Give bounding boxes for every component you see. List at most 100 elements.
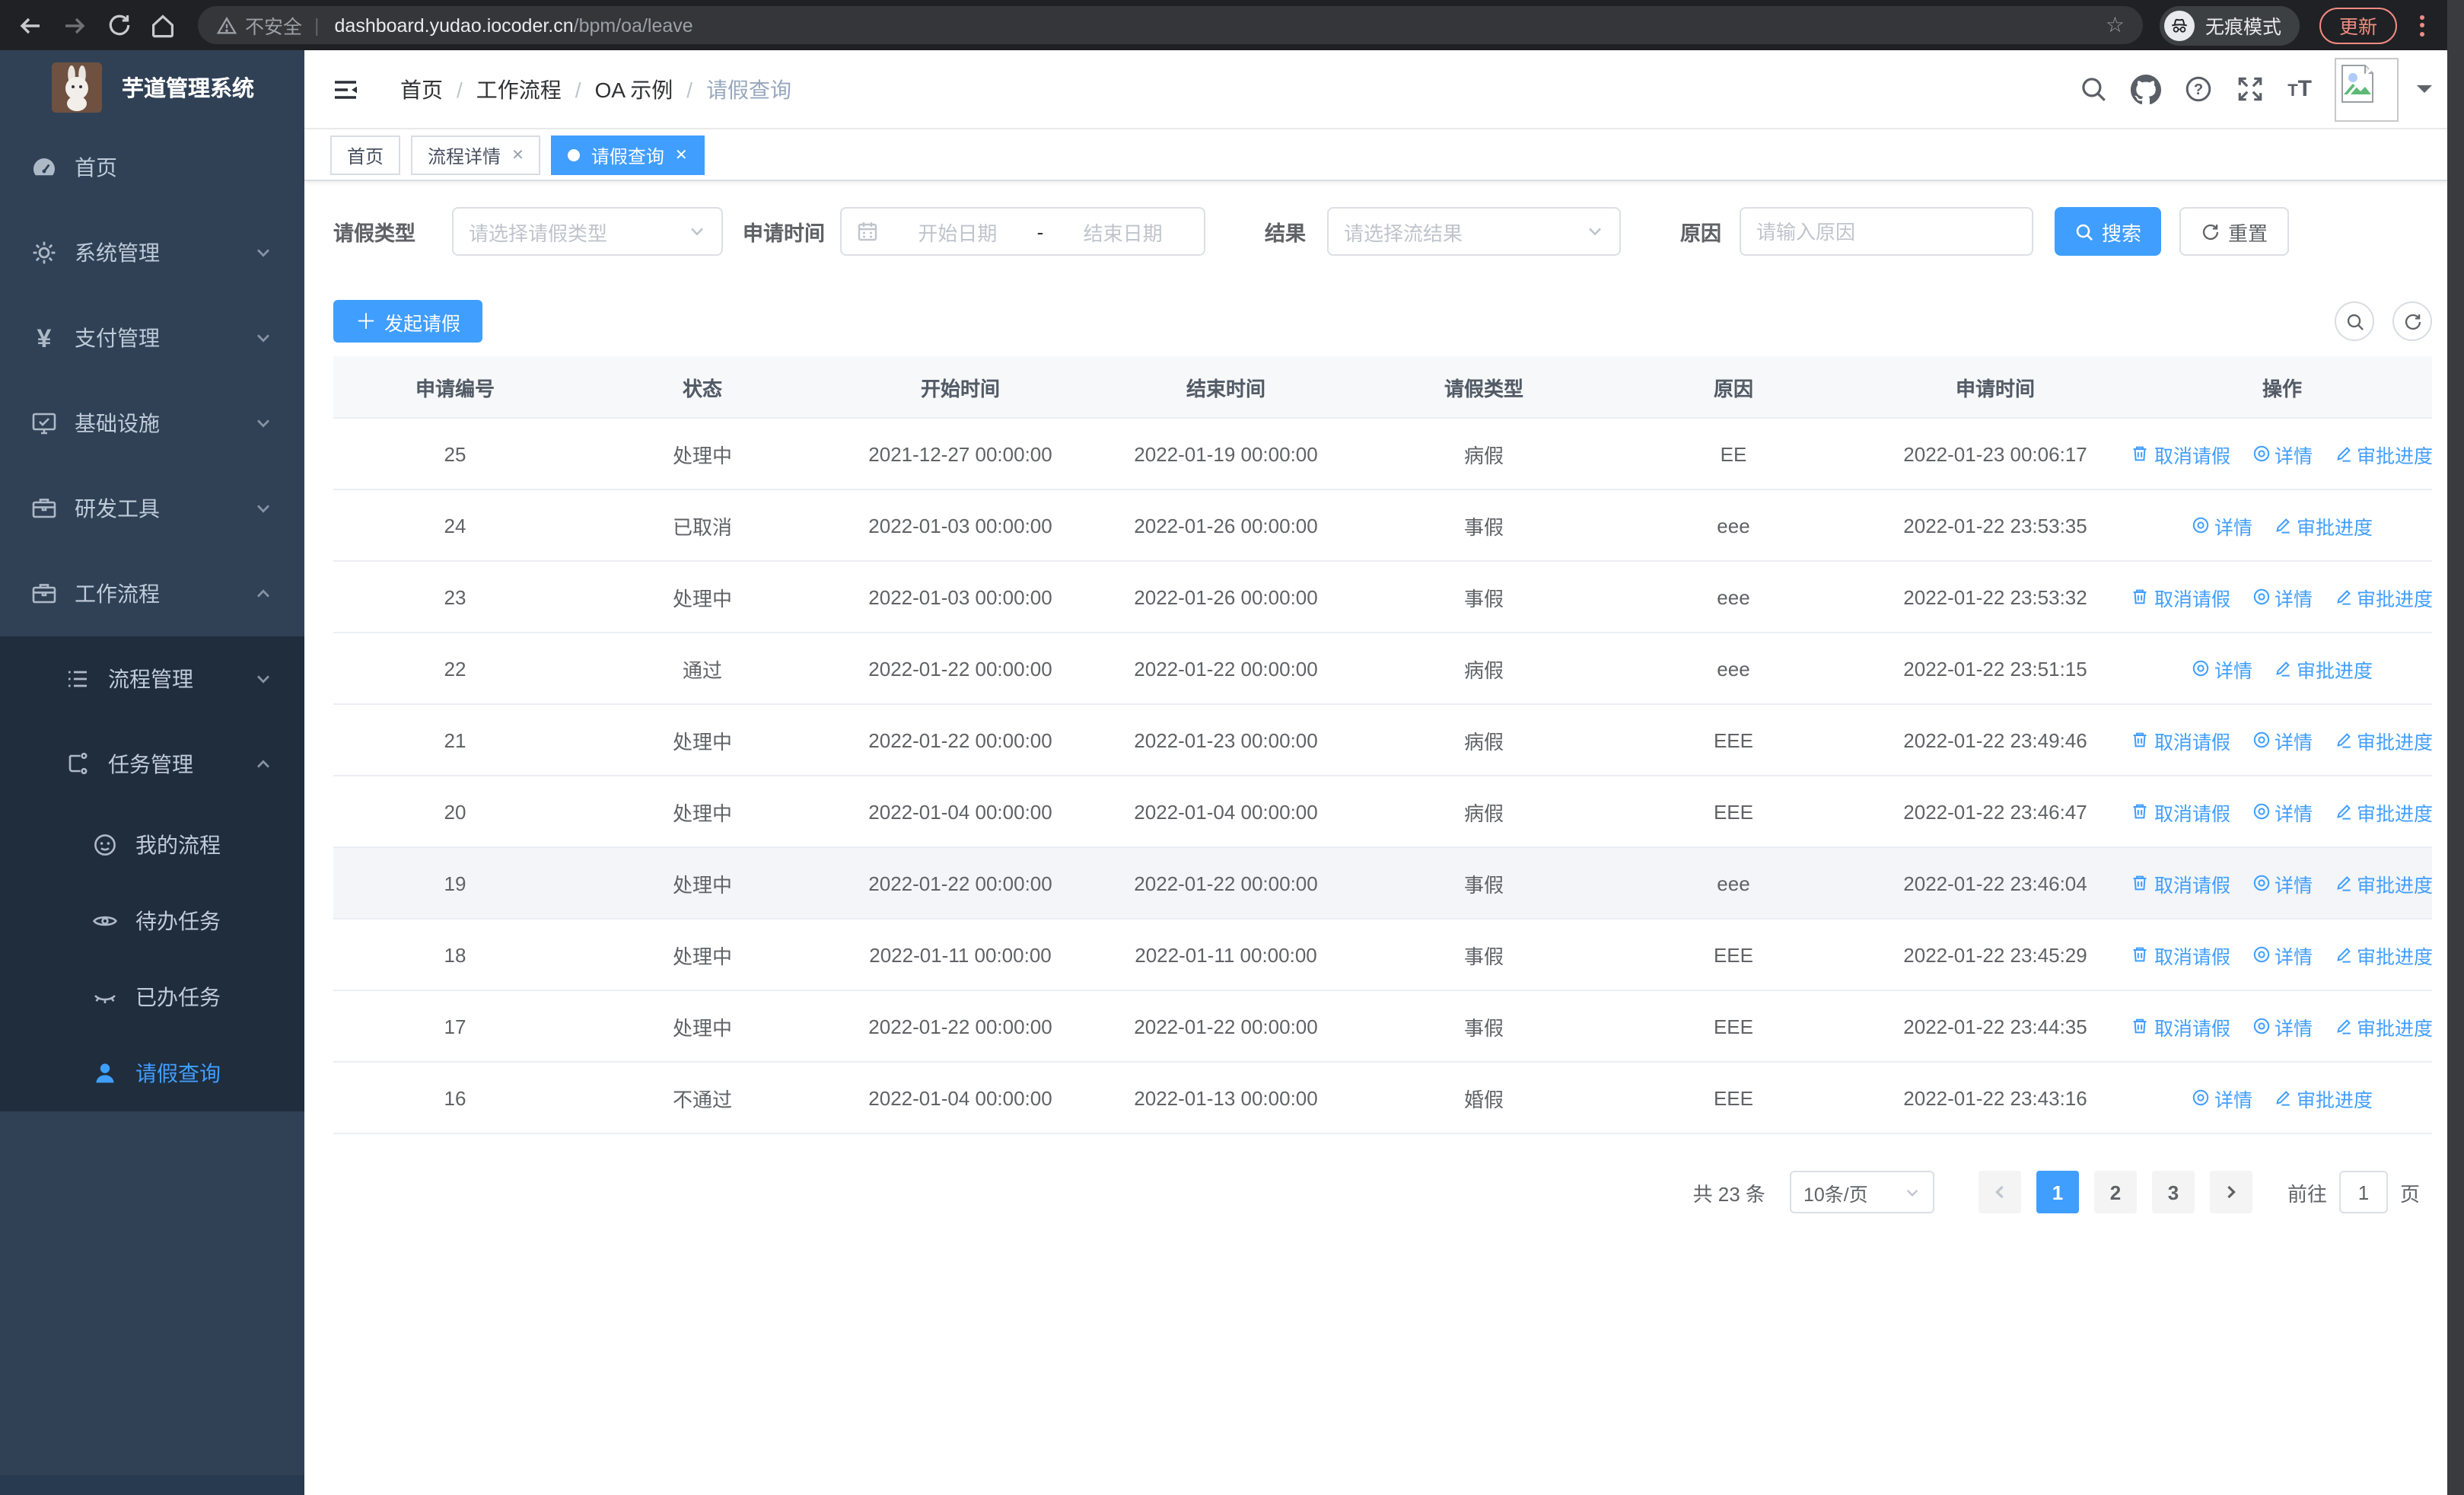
goto-page-input[interactable] (2338, 1171, 2388, 1213)
cell-actions: 取消请假 详情 审批进度 (2131, 725, 2433, 754)
reset-button[interactable]: 重置 (2179, 207, 2289, 256)
action-progress-link[interactable]: 审批进度 (2274, 511, 2373, 540)
action-cancel-link[interactable]: 取消请假 (2131, 725, 2230, 754)
browser-scrollbar[interactable] (2447, 0, 2464, 1495)
tab-process-detail[interactable]: 流程详情 ✕ (411, 135, 541, 175)
action-cancel-link[interactable]: 取消请假 (2131, 869, 2230, 897)
action-progress-link[interactable]: 审批进度 (2274, 1083, 2373, 1112)
cell-end-time: 2022-01-26 00:00:00 (1134, 585, 1318, 608)
sidebar-item-task-management[interactable]: 任务管理 (0, 722, 304, 807)
font-size-icon[interactable]: TT (2287, 76, 2312, 102)
action-cancel-link[interactable]: 取消请假 (2131, 1012, 2230, 1041)
table-row[interactable]: 25 处理中 2021-12-27 00:00:00 2022-01-19 00… (333, 419, 2433, 490)
page-size-select[interactable]: 10条/页 (1789, 1171, 1934, 1213)
action-progress-link[interactable]: 审批进度 (2334, 869, 2433, 897)
table-row[interactable]: 18 处理中 2022-01-11 00:00:00 2022-01-11 00… (333, 920, 2433, 991)
page-button-2[interactable]: 2 (2093, 1171, 2137, 1213)
cell-leave-type: 事假 (1463, 515, 1504, 538)
sidebar-item-process-management[interactable]: 流程管理 (0, 636, 304, 722)
bookmark-star-icon[interactable]: ☆ (2106, 12, 2125, 38)
toggle-search-button[interactable] (2335, 301, 2374, 341)
reload-icon[interactable] (100, 7, 137, 43)
action-detail-link[interactable]: 详情 (2252, 439, 2313, 468)
chevron-down-icon (1906, 1188, 1918, 1197)
sidebar-item-my-process[interactable]: 我的流程 (0, 807, 304, 883)
breadcrumb-oa-example[interactable]: OA 示例 (595, 74, 673, 104)
action-cancel-link[interactable]: 取消请假 (2131, 940, 2230, 969)
table-body: 25 处理中 2021-12-27 00:00:00 2022-01-19 00… (333, 419, 2433, 1134)
help-icon[interactable]: ? (2184, 75, 2213, 104)
url-bar[interactable]: 不安全 | dashboard.yudao.iocoder.cn /bpm/oa… (198, 6, 2143, 44)
action-progress-link[interactable]: 审批进度 (2334, 940, 2433, 969)
action-detail-link[interactable]: 详情 (2192, 1083, 2252, 1112)
tab-home[interactable]: 首页 (330, 135, 401, 175)
cell-apply-time: 2022-01-22 23:44:35 (1903, 1015, 2087, 1038)
create-leave-button[interactable]: ＋ 发起请假 (333, 300, 482, 343)
sidebar-item-home[interactable]: 首页 (0, 125, 304, 210)
total-count: 共 23 条 (1692, 1182, 1765, 1205)
action-detail-link[interactable]: 详情 (2252, 797, 2313, 826)
close-icon[interactable]: ✕ (511, 147, 524, 164)
sidebar-item-workflow[interactable]: 工作流程 (0, 551, 304, 636)
action-detail-link[interactable]: 详情 (2252, 1012, 2313, 1041)
action-detail-link[interactable]: 详情 (2252, 582, 2313, 611)
action-progress-link[interactable]: 审批进度 (2334, 1012, 2433, 1041)
chevron-down-icon (254, 329, 272, 347)
search-icon[interactable] (2079, 75, 2108, 104)
action-detail-link[interactable]: 详情 (2252, 940, 2313, 969)
action-cancel-link[interactable]: 取消请假 (2131, 797, 2230, 826)
sidebar-item-done-tasks[interactable]: 已办任务 (0, 959, 304, 1035)
security-label[interactable]: 不安全 (245, 11, 302, 40)
sidebar-item-leave-query[interactable]: 请假查询 (0, 1035, 304, 1111)
action-detail-link[interactable]: 详情 (2192, 511, 2252, 540)
table-row[interactable]: 17 处理中 2022-01-22 00:00:00 2022-01-22 00… (333, 991, 2433, 1063)
table-row[interactable]: 20 处理中 2022-01-04 00:00:00 2022-01-04 00… (333, 776, 2433, 848)
action-detail-link[interactable]: 详情 (2192, 654, 2252, 683)
action-cancel-link[interactable]: 取消请假 (2131, 582, 2230, 611)
tab-leave-query[interactable]: 请假查询 ✕ (551, 135, 705, 175)
page-button-3[interactable]: 3 (2151, 1171, 2195, 1213)
back-icon[interactable] (12, 7, 49, 43)
sidebar-item-payment[interactable]: ¥ 支付管理 (0, 295, 304, 381)
action-detail-link[interactable]: 详情 (2252, 869, 2313, 897)
refresh-table-button[interactable] (2392, 301, 2432, 341)
fullscreen-icon[interactable] (2236, 75, 2265, 104)
table-row[interactable]: 23 处理中 2022-01-03 00:00:00 2022-01-26 00… (333, 562, 2433, 633)
edit-pen-icon (2336, 805, 2350, 820)
table-row[interactable]: 21 处理中 2022-01-22 00:00:00 2022-01-23 00… (333, 705, 2433, 776)
home-icon[interactable] (145, 7, 181, 43)
action-progress-link[interactable]: 审批进度 (2274, 654, 2373, 683)
action-detail-link[interactable]: 详情 (2252, 725, 2313, 754)
sidebar-item-devtools[interactable]: 研发工具 (0, 466, 304, 551)
table-row[interactable]: 22 通过 2022-01-22 00:00:00 2022-01-22 00:… (333, 633, 2432, 705)
next-page-button[interactable] (2209, 1171, 2252, 1213)
action-progress-link[interactable]: 审批进度 (2334, 797, 2433, 826)
sidebar-item-system[interactable]: 系统管理 (0, 210, 304, 295)
table-row[interactable]: 19 处理中 2022-01-22 00:00:00 2022-01-22 00… (333, 848, 2433, 920)
table-row[interactable]: 24 已取消 2022-01-03 00:00:00 2022-01-26 00… (333, 490, 2432, 562)
reason-input[interactable] (1740, 207, 2033, 256)
action-cancel-link[interactable]: 取消请假 (2131, 439, 2230, 468)
avatar-caret-icon[interactable] (2417, 85, 2432, 100)
avatar[interactable] (2335, 57, 2399, 121)
close-icon[interactable]: ✕ (675, 147, 688, 164)
breadcrumb-workflow[interactable]: 工作流程 (476, 74, 562, 104)
prev-page-button[interactable] (1978, 1171, 2021, 1213)
page-button-1[interactable]: 1 (2036, 1171, 2079, 1213)
action-progress-link[interactable]: 审批进度 (2334, 582, 2433, 611)
github-icon[interactable] (2131, 74, 2162, 104)
apply-time-range-picker[interactable]: 开始日期 - 结束日期 (840, 207, 1205, 256)
sidebar-item-infrastructure[interactable]: 基础设施 (0, 381, 304, 466)
search-button[interactable]: 搜索 (2055, 207, 2161, 256)
result-select[interactable]: 请选择流结果 (1327, 207, 1621, 256)
update-button[interactable]: 更新 (2319, 7, 2397, 43)
action-progress-link[interactable]: 审批进度 (2334, 725, 2433, 754)
action-progress-link[interactable]: 审批进度 (2334, 439, 2433, 468)
breadcrumb-home[interactable]: 首页 (400, 74, 443, 104)
browser-menu-icon[interactable] (2420, 14, 2424, 36)
table-row[interactable]: 16 不通过 2022-01-04 00:00:00 2022-01-13 00… (333, 1063, 2432, 1134)
sidebar-item-todo-tasks[interactable]: 待办任务 (0, 883, 304, 959)
forward-icon[interactable] (56, 7, 93, 43)
leave-type-select[interactable]: 请选择请假类型 (452, 207, 723, 256)
collapse-sidebar-icon[interactable] (330, 74, 361, 104)
